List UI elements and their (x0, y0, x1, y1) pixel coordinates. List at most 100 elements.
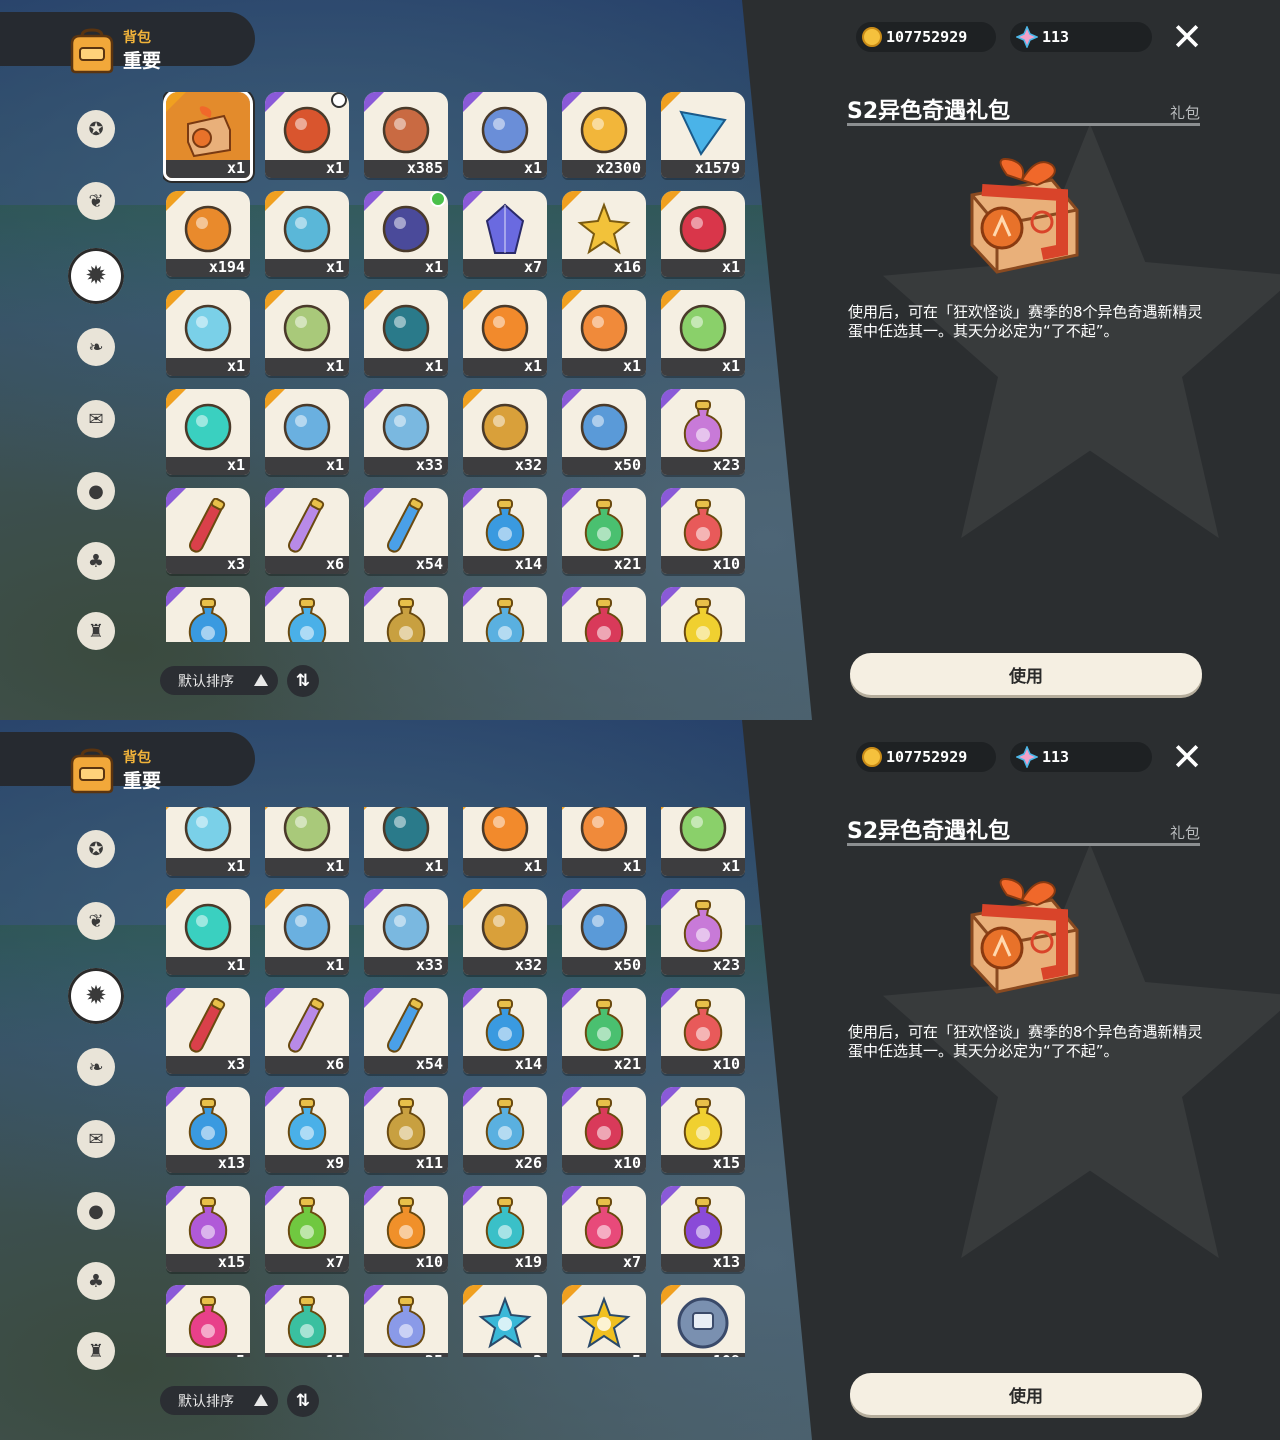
nav-leaves-icon[interactable]: ❧ (77, 328, 115, 366)
inventory-item[interactable]: x1 (364, 807, 448, 876)
inventory-item[interactable]: x1 (265, 290, 349, 376)
nav-scroll-icon[interactable]: ✉ (77, 1120, 115, 1158)
sort-order-toggle-icon[interactable]: ⇅ (287, 1385, 319, 1417)
inventory-item[interactable]: x2300 (562, 92, 646, 178)
inventory-item[interactable]: x13 (661, 1186, 745, 1272)
inventory-item[interactable]: x1 (463, 290, 547, 376)
inventory-item[interactable]: x109 (661, 1285, 745, 1357)
inventory-item[interactable]: x1 (166, 807, 250, 876)
nav-star-badge-icon[interactable]: ✪ (77, 110, 115, 148)
inventory-item[interactable]: x15 (661, 587, 745, 642)
item-quantity: x1 (424, 258, 443, 276)
inventory-item[interactable]: x10 (661, 988, 745, 1074)
nav-sprout-icon[interactable]: ❦ (77, 902, 115, 940)
inventory-item[interactable]: x7 (265, 1186, 349, 1272)
inventory-item[interactable]: x1 (265, 92, 349, 178)
inventory-item[interactable]: x1 (562, 290, 646, 376)
inventory-item[interactable]: x23 (661, 389, 745, 475)
inventory-item[interactable]: x1 (166, 389, 250, 475)
inventory-item[interactable]: x50 (562, 889, 646, 975)
nav-star-badge-icon[interactable]: ✪ (77, 830, 115, 868)
inventory-item[interactable]: x1 (463, 92, 547, 178)
inventory-item[interactable]: x9 (265, 1087, 349, 1173)
nav-sprout-icon[interactable]: ❦ (77, 182, 115, 220)
inventory-item[interactable]: x15 (661, 1087, 745, 1173)
inventory-item[interactable]: x3 (463, 1285, 547, 1357)
inventory-item[interactable]: x54 (364, 488, 448, 574)
inventory-item[interactable]: x1 (364, 290, 448, 376)
inventory-header-tab[interactable]: 背包 重要 (0, 12, 255, 74)
inventory-item[interactable]: x1 (265, 389, 349, 475)
nav-acorn-icon[interactable]: ♣ (77, 1262, 115, 1300)
inventory-item[interactable]: x33 (364, 389, 448, 475)
inventory-item[interactable]: x32 (463, 889, 547, 975)
sort-dropdown[interactable]: 默认排序 (160, 1386, 278, 1415)
nav-egg-icon[interactable]: ● (77, 472, 115, 510)
sort-dropdown[interactable]: 默认排序 (160, 666, 278, 695)
inventory-item[interactable]: x3 (166, 988, 250, 1074)
nav-sofa-icon[interactable]: ♜ (77, 1332, 115, 1370)
inventory-item[interactable]: x11 (364, 1087, 448, 1173)
inventory-item[interactable]: x11 (364, 587, 448, 642)
nav-spark-icon[interactable]: ✹ (68, 968, 124, 1024)
inventory-item[interactable]: x13 (166, 1087, 250, 1173)
inventory-item[interactable]: x21 (562, 488, 646, 574)
nav-sofa-icon[interactable]: ♜ (77, 612, 115, 650)
inventory-item[interactable]: x54 (364, 988, 448, 1074)
inventory-item[interactable]: x1 (265, 807, 349, 876)
close-icon[interactable]: ✕ (1169, 18, 1205, 56)
inventory-item[interactable]: x1 (265, 191, 349, 277)
inventory-item[interactable]: x194 (166, 191, 250, 277)
use-button[interactable]: 使用 (850, 653, 1202, 695)
inventory-item[interactable]: x14 (463, 988, 547, 1074)
inventory-item[interactable]: x10 (562, 587, 646, 642)
inventory-item[interactable]: x6 (265, 488, 349, 574)
item-quantity: x6 (325, 1055, 344, 1073)
inventory-item[interactable]: x32 (463, 389, 547, 475)
inventory-item[interactable]: x1 (265, 889, 349, 975)
inventory-item[interactable]: x33 (364, 889, 448, 975)
inventory-item[interactable]: x1 (661, 290, 745, 376)
inventory-item[interactable]: x5 (562, 1285, 646, 1357)
close-icon[interactable]: ✕ (1169, 738, 1205, 776)
inventory-item[interactable]: x26 (463, 1087, 547, 1173)
inventory-item[interactable]: x7 (463, 191, 547, 277)
inventory-item[interactable]: x7 (562, 1186, 646, 1272)
inventory-item[interactable]: x25 (364, 1285, 448, 1357)
nav-acorn-icon[interactable]: ♣ (77, 542, 115, 580)
inventory-item[interactable]: x16 (562, 191, 646, 277)
inventory-item[interactable]: x21 (562, 988, 646, 1074)
inventory-item[interactable]: x1579 (661, 92, 745, 178)
inventory-item[interactable]: x26 (463, 587, 547, 642)
inventory-item[interactable]: x385 (364, 92, 448, 178)
use-button[interactable]: 使用 (850, 1373, 1202, 1415)
inventory-item[interactable]: x3 (166, 488, 250, 574)
inventory-item[interactable]: x15 (166, 1186, 250, 1272)
inventory-item[interactable]: x50 (562, 389, 646, 475)
nav-scroll-icon[interactable]: ✉ (77, 400, 115, 438)
inventory-header-tab[interactable]: 背包 重要 (0, 732, 255, 794)
inventory-item[interactable]: x10 (364, 1186, 448, 1272)
inventory-item[interactable]: x10 (562, 1087, 646, 1173)
inventory-item[interactable]: x1 (166, 889, 250, 975)
nav-egg-icon[interactable]: ● (77, 1192, 115, 1230)
inventory-item[interactable]: x14 (463, 488, 547, 574)
inventory-item[interactable]: x23 (661, 889, 745, 975)
inventory-item[interactable]: x15 (265, 1285, 349, 1357)
inventory-item[interactable]: x6 (265, 988, 349, 1074)
nav-leaves-icon[interactable]: ❧ (77, 1048, 115, 1086)
inventory-item[interactable]: x1 (166, 290, 250, 376)
inventory-item[interactable]: x1 (562, 807, 646, 876)
inventory-item[interactable]: x19 (463, 1186, 547, 1272)
inventory-item[interactable]: x10 (661, 488, 745, 574)
inventory-item[interactable]: x9 (265, 587, 349, 642)
inventory-item[interactable]: x1 (364, 191, 448, 277)
inventory-item[interactable]: x13 (166, 587, 250, 642)
inventory-item[interactable]: x5 (166, 1285, 250, 1357)
inventory-item[interactable]: x1 (463, 807, 547, 876)
inventory-item[interactable]: x1 (661, 807, 745, 876)
sort-order-toggle-icon[interactable]: ⇅ (287, 665, 319, 697)
nav-spark-icon[interactable]: ✹ (68, 248, 124, 304)
inventory-item[interactable]: x1 (661, 191, 745, 277)
inventory-item[interactable]: x1 (163, 92, 253, 181)
